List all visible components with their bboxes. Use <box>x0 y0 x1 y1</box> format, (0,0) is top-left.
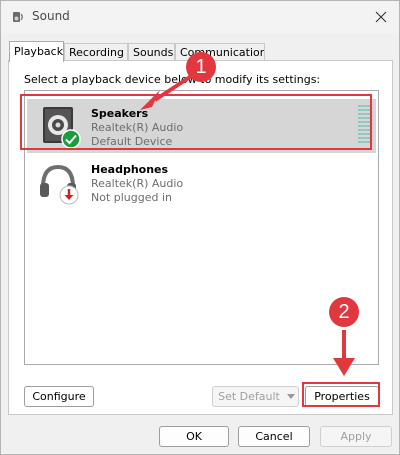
tab-playback[interactable]: Playback <box>9 41 64 62</box>
properties-button[interactable]: Properties <box>305 386 379 407</box>
set-default-dropdown[interactable] <box>284 386 299 407</box>
cancel-button[interactable]: Cancel <box>238 426 310 447</box>
step-2-badge: 2 <box>329 297 359 327</box>
instruction-text: Select a playback device below to modify… <box>24 73 321 86</box>
device-speakers[interactable]: Speakers Realtek(R) Audio Default Device <box>27 99 376 153</box>
configure-button[interactable]: Configure <box>24 386 94 407</box>
window-title: Sound <box>32 9 70 23</box>
sound-app-icon <box>13 12 23 22</box>
volume-level-meter <box>358 105 372 147</box>
device-headphones[interactable]: Headphones Realtek(R) Audio Not plugged … <box>27 155 376 209</box>
tab-recording[interactable]: Recording <box>64 43 128 61</box>
chevron-down-icon <box>287 394 295 399</box>
device-list[interactable]: Speakers Realtek(R) Audio Default Device <box>24 90 379 365</box>
device-driver: Realtek(R) Audio <box>91 177 184 190</box>
red-down-arrow-icon <box>59 185 79 205</box>
device-status: Not plugged in <box>91 191 173 204</box>
device-driver: Realtek(R) Audio <box>91 121 184 134</box>
set-default-button[interactable]: Set Default <box>212 386 286 407</box>
green-check-icon <box>61 129 81 149</box>
device-status: Default Device <box>91 135 173 148</box>
apply-button[interactable]: Apply <box>320 426 392 447</box>
ok-button[interactable]: OK <box>159 426 229 447</box>
step-1-badge: 1 <box>186 52 216 82</box>
playback-panel: Select a playback device below to modify… <box>8 60 393 415</box>
close-icon <box>375 11 387 23</box>
device-name: Speakers <box>91 107 149 120</box>
device-name: Headphones <box>91 163 169 176</box>
title-bar: Sound <box>1 1 399 33</box>
close-button[interactable] <box>369 5 393 29</box>
tab-sounds[interactable]: Sounds <box>128 43 175 61</box>
